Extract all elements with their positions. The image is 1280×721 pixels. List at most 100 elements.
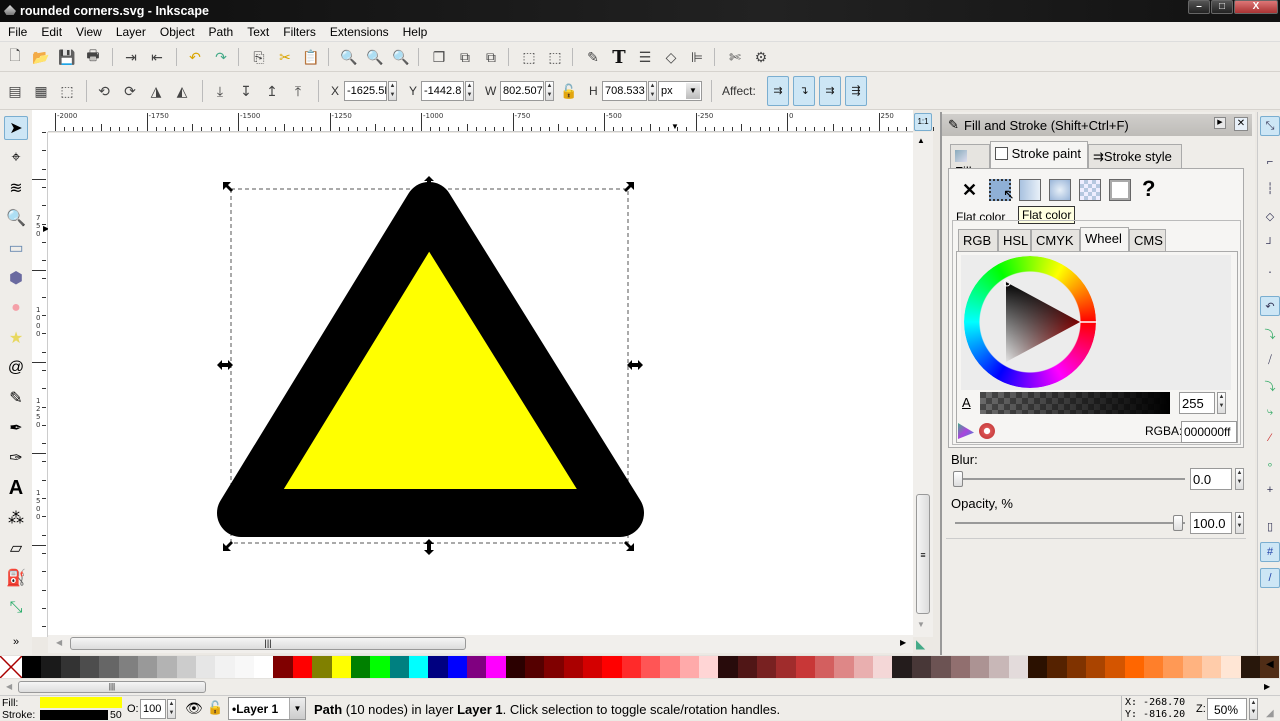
stroke-width-value[interactable]: 50 (110, 709, 122, 721)
snap-bbox-edges-icon[interactable]: ┆ (1260, 178, 1280, 198)
palette-swatch[interactable] (408, 656, 429, 678)
palette-swatch[interactable] (1008, 656, 1028, 678)
palette-swatch[interactable] (718, 656, 738, 678)
eraser-tool[interactable]: ▱ (4, 536, 28, 560)
clone-icon[interactable]: ⧉ (456, 48, 474, 66)
palette-swatch[interactable] (1182, 656, 1202, 678)
rotate-cw-icon[interactable]: ⟳ (121, 82, 139, 100)
palette-swatch[interactable] (815, 656, 835, 678)
palette-swatch[interactable] (950, 656, 970, 678)
palette-swatch[interactable] (563, 656, 583, 678)
menu-file[interactable]: File (0, 22, 33, 39)
affect-rounded-corners-toggle[interactable]: ↴ (793, 76, 815, 106)
blur-slider-thumb[interactable] (953, 471, 963, 487)
pattern-button[interactable] (1079, 179, 1101, 201)
palette-swatch[interactable] (1143, 656, 1164, 678)
tweak-tool[interactable]: ≋ (4, 176, 28, 200)
palette-swatch[interactable] (466, 656, 487, 678)
alpha-slider[interactable] (980, 392, 1170, 414)
palette-swatch[interactable] (80, 656, 100, 678)
blur-input[interactable]: 0.0 (1190, 468, 1232, 490)
zoom-drawing-icon[interactable]: 🔍 (366, 48, 384, 66)
tab-hsl[interactable]: HSL (998, 229, 1031, 251)
palette-scroll-left[interactable]: ◀ (6, 682, 12, 691)
snap-bbox-corners-icon[interactable]: ◇ (1260, 206, 1280, 226)
palette-swatch[interactable] (273, 656, 293, 678)
dock-iconify-button[interactable]: ▶ (1214, 117, 1226, 129)
menu-layer[interactable]: Layer (108, 22, 152, 39)
snap-intersections-icon[interactable]: ⧸ (1260, 350, 1280, 370)
palette-swatch[interactable] (1221, 656, 1241, 678)
star-tool[interactable]: ★ (4, 326, 28, 350)
palette-swatch[interactable] (911, 656, 932, 678)
alpha-input[interactable]: 255 (1179, 392, 1215, 414)
spray-tool[interactable]: ⁂ (4, 506, 28, 530)
node-tool[interactable]: ⌖ (4, 146, 28, 170)
zoom-selection-icon[interactable]: 🔍 (340, 48, 358, 66)
palette-swatch[interactable] (60, 656, 81, 678)
zoom-spinner[interactable]: ▲ ▼ (1249, 698, 1258, 720)
palette-swatch[interactable] (292, 656, 313, 678)
palette-swatch[interactable] (428, 656, 448, 678)
palette-swatch[interactable] (389, 656, 409, 678)
snap-cusp-nodes-icon[interactable]: ⤵ (1260, 376, 1280, 396)
palette-swatch[interactable] (795, 656, 816, 678)
w-spinner[interactable]: ▲ ▼ (545, 81, 554, 101)
palette-swatch[interactable] (215, 656, 235, 678)
palette-swatch[interactable] (853, 656, 874, 678)
paint-bucket-tool[interactable]: ⛽ (4, 566, 28, 590)
horizontal-scrollbar[interactable]: ◀ ||| ▶ (48, 635, 913, 653)
palette-swatch[interactable] (544, 656, 564, 678)
flip-vertical-icon[interactable]: ◭ (173, 82, 191, 100)
palette-swatch[interactable] (1105, 656, 1125, 678)
ellipse-tool[interactable]: ● (4, 296, 28, 320)
snap-bbox-midpoints-icon[interactable]: ┘ (1260, 234, 1280, 254)
layer-lock-icon[interactable]: 🔓 (207, 700, 223, 716)
palette-swatch[interactable] (350, 656, 371, 678)
blur-slider-track[interactable] (955, 478, 1185, 480)
snap-bbox-icon[interactable]: ⌐ (1260, 152, 1280, 172)
palette-swatch[interactable] (1163, 656, 1183, 678)
import-icon[interactable]: ⇥ (122, 48, 140, 66)
deselect-icon[interactable]: ⬚ (58, 82, 76, 100)
tab-cmyk[interactable]: CMYK (1031, 229, 1080, 251)
unlink-clone-icon[interactable]: ⧉ (482, 48, 500, 66)
vertical-scrollbar[interactable]: ▲ ≡ ▼ (913, 132, 933, 637)
palette-none-swatch[interactable] (0, 656, 22, 678)
palette-swatch[interactable] (1240, 656, 1260, 678)
palette-swatch[interactable] (157, 656, 177, 678)
handle-bottom[interactable] (424, 539, 434, 555)
menu-view[interactable]: View (68, 22, 108, 39)
menu-edit[interactable]: Edit (33, 22, 68, 39)
tab-stroke-paint[interactable]: Stroke paint (990, 141, 1088, 168)
cut-icon[interactable]: ✂ (276, 48, 294, 66)
opacity-spinner[interactable]: ▲ ▼ (1235, 512, 1244, 534)
menu-extensions[interactable]: Extensions (322, 22, 395, 39)
palette-scroll-right[interactable]: ▶ (1264, 682, 1270, 691)
undo-icon[interactable]: ↶ (186, 48, 204, 66)
tab-cms[interactable]: CMS (1129, 229, 1166, 251)
palette-swatch[interactable] (118, 656, 139, 678)
palette-swatch[interactable] (234, 656, 255, 678)
status-opacity-spinner[interactable]: ▲ ▼ (167, 699, 176, 719)
palette-swatch[interactable] (679, 656, 700, 678)
raise-to-top-icon[interactable]: ⤒ (289, 82, 307, 100)
duplicate-icon[interactable]: ❐ (430, 48, 448, 66)
palette-swatch[interactable] (254, 656, 274, 678)
palette-swatch[interactable] (776, 656, 796, 678)
y-spinner[interactable]: ▲ ▼ (465, 81, 474, 101)
snap-paths-icon[interactable]: ⤵ (1260, 324, 1280, 344)
radial-gradient-button[interactable] (1049, 179, 1071, 201)
selector-tool[interactable]: ➤ (4, 116, 28, 140)
select-all-icon[interactable]: ▤ (6, 82, 24, 100)
palette-swatch[interactable] (757, 656, 777, 678)
status-opacity-input[interactable]: 100 (140, 699, 166, 719)
stroke-indicator[interactable] (40, 710, 108, 720)
3d-box-tool[interactable]: ⬢ (4, 266, 28, 290)
menu-text[interactable]: Text (239, 22, 275, 39)
color-management-icon[interactable]: ◣ (916, 637, 930, 651)
h-input[interactable]: 708.533 (602, 81, 647, 101)
swatch-button[interactable] (1109, 179, 1131, 201)
palette-swatch[interactable] (641, 656, 661, 678)
drawing-canvas[interactable] (48, 133, 913, 635)
